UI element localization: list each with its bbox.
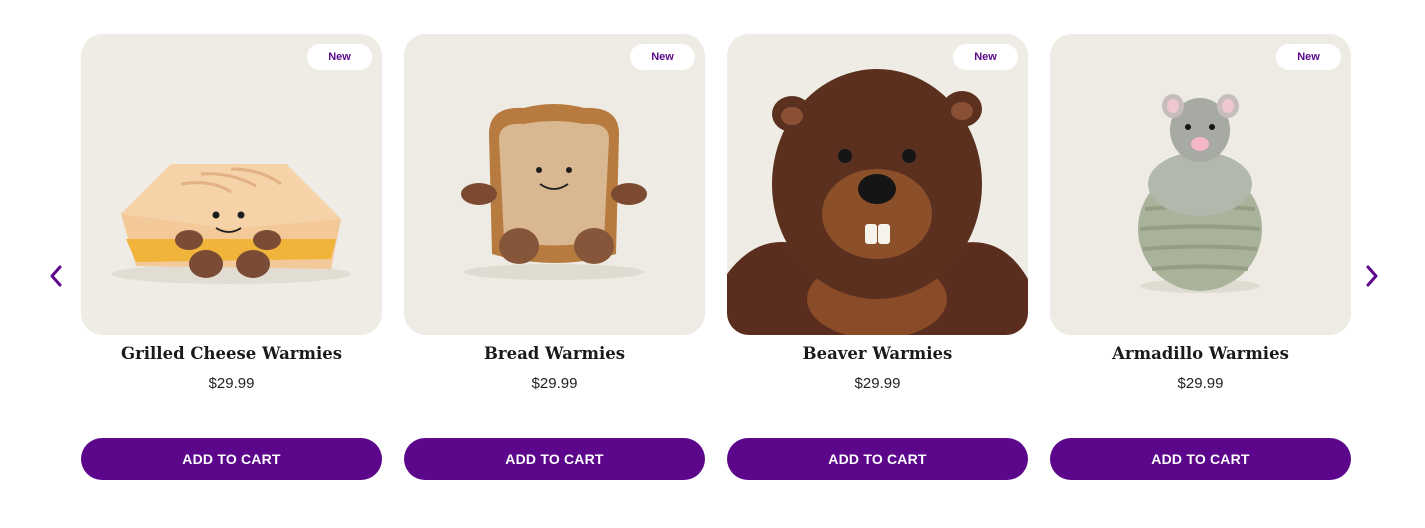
product-image[interactable]: New [1050, 34, 1351, 335]
product-card: New Beaver Warmies $29.99 ADD TO CART [727, 34, 1028, 480]
product-name[interactable]: Bread Warmies [404, 344, 705, 363]
product-name[interactable]: Armadillo Warmies [1050, 344, 1351, 363]
product-card: New Bread Warmies $29.99 ADD TO CART [404, 34, 705, 480]
product-price: $29.99 [531, 375, 578, 392]
new-badge: New [1276, 44, 1341, 70]
product-image[interactable]: New [727, 34, 1028, 335]
add-to-cart-button[interactable]: ADD TO CART [81, 438, 382, 480]
new-badge: New [307, 44, 372, 70]
product-card: New Armadillo Warmies $29.99 ADD TO CART [1050, 34, 1351, 480]
add-to-cart-button[interactable]: ADD TO CART [404, 438, 705, 480]
add-to-cart-button[interactable]: ADD TO CART [1050, 438, 1351, 480]
product-price: $29.99 [854, 375, 901, 392]
carousel-prev-button[interactable] [42, 262, 70, 290]
chevron-right-icon [1366, 265, 1378, 287]
product-card: New Grilled Cheese Warmies $29.99 ADD TO… [81, 34, 382, 480]
carousel-next-button[interactable] [1358, 262, 1386, 290]
product-carousel: New Grilled Cheese Warmies $29.99 ADD TO… [0, 0, 1425, 528]
bread-plush-image [404, 34, 705, 335]
product-name[interactable]: Beaver Warmies [727, 344, 1028, 363]
product-price: $29.99 [1177, 375, 1224, 392]
grilled-cheese-plush-image [81, 34, 382, 335]
product-name[interactable]: Grilled Cheese Warmies [81, 344, 382, 363]
chevron-left-icon [50, 265, 62, 287]
new-badge: New [630, 44, 695, 70]
product-image[interactable]: New [81, 34, 382, 335]
beaver-plush-image [727, 34, 1028, 335]
product-price: $29.99 [208, 375, 255, 392]
armadillo-plush-image [1050, 34, 1351, 335]
add-to-cart-button[interactable]: ADD TO CART [727, 438, 1028, 480]
new-badge: New [953, 44, 1018, 70]
product-image[interactable]: New [404, 34, 705, 335]
